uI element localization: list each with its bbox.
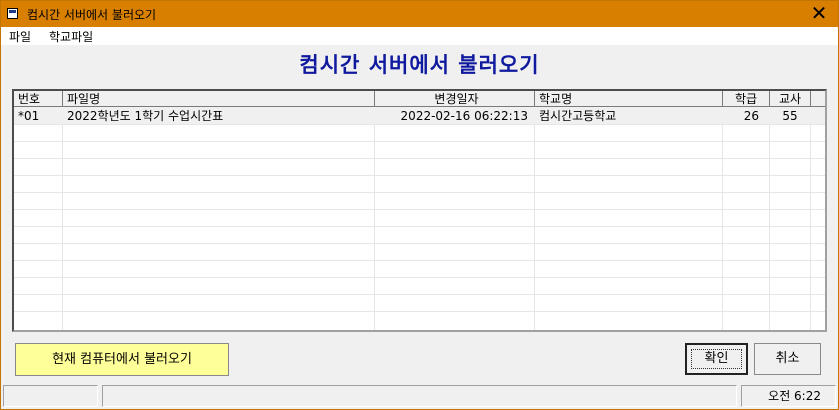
cell-teachers: 55 bbox=[782, 109, 798, 123]
empty-row bbox=[14, 125, 825, 142]
cancel-button[interactable]: 취소 bbox=[754, 343, 821, 375]
empty-row bbox=[14, 244, 825, 261]
window-app-icon bbox=[7, 8, 18, 19]
grid-header: 번호 파일명 변경일자 학교명 학급 교사 bbox=[14, 91, 825, 108]
title-bar[interactable]: 컴시간 서버에서 불러오기 ✕ bbox=[1, 1, 838, 27]
column-header-school[interactable]: 학교명 bbox=[535, 91, 723, 107]
status-bar: 오전 6:22 bbox=[1, 383, 838, 409]
cell-classes: 26 bbox=[743, 109, 759, 123]
load-from-local-button[interactable]: 현재 컴퓨터에서 불러오기 bbox=[15, 343, 229, 376]
cell-school: 컴시간고등학교 bbox=[539, 109, 617, 123]
menu-file[interactable]: 파일 bbox=[9, 28, 31, 45]
window-title: 컴시간 서버에서 불러오기 bbox=[27, 8, 157, 22]
status-panel bbox=[102, 385, 737, 407]
ok-button[interactable]: 확인 bbox=[685, 343, 748, 375]
column-header-modified[interactable]: 변경일자 bbox=[375, 91, 535, 107]
cell-number: *01 bbox=[18, 109, 40, 123]
empty-row bbox=[14, 227, 825, 244]
table-row[interactable]: *01 2022학년도 1학기 수업시간표 2022-02-16 06:22:1… bbox=[14, 108, 825, 125]
dialog-window: 컴시간 서버에서 불러오기 ✕ 파일 학교파일 컴시간 서버에서 불러오기 번호… bbox=[0, 0, 839, 410]
empty-row bbox=[14, 312, 825, 329]
empty-row bbox=[14, 295, 825, 312]
menu-school-file[interactable]: 학교파일 bbox=[49, 28, 93, 45]
status-panel bbox=[3, 385, 98, 407]
empty-row bbox=[14, 193, 825, 210]
cell-modified: 2022-02-16 06:22:13 bbox=[400, 109, 528, 123]
empty-row bbox=[14, 261, 825, 278]
status-clock: 오전 6:22 bbox=[741, 385, 836, 407]
cell-filename: 2022학년도 1학기 수업시간표 bbox=[67, 109, 224, 123]
close-button[interactable]: ✕ bbox=[808, 3, 830, 25]
column-header-filename[interactable]: 파일명 bbox=[63, 91, 375, 107]
empty-row bbox=[14, 210, 825, 227]
page-title: 컴시간 서버에서 불러오기 bbox=[299, 53, 540, 77]
menu-bar: 파일 학교파일 bbox=[1, 27, 838, 45]
empty-row bbox=[14, 176, 825, 193]
column-header-filler bbox=[811, 91, 825, 107]
column-header-number[interactable]: 번호 bbox=[14, 91, 63, 107]
empty-row bbox=[14, 278, 825, 295]
empty-row bbox=[14, 142, 825, 159]
column-header-teachers[interactable]: 교사 bbox=[770, 91, 811, 107]
column-header-classes[interactable]: 학급 bbox=[723, 91, 770, 107]
file-list-grid[interactable]: 번호 파일명 변경일자 학교명 학급 교사 *01 2022학년도 1학기 수업… bbox=[12, 89, 827, 332]
focus-rectangle bbox=[691, 349, 742, 369]
empty-row bbox=[14, 159, 825, 176]
